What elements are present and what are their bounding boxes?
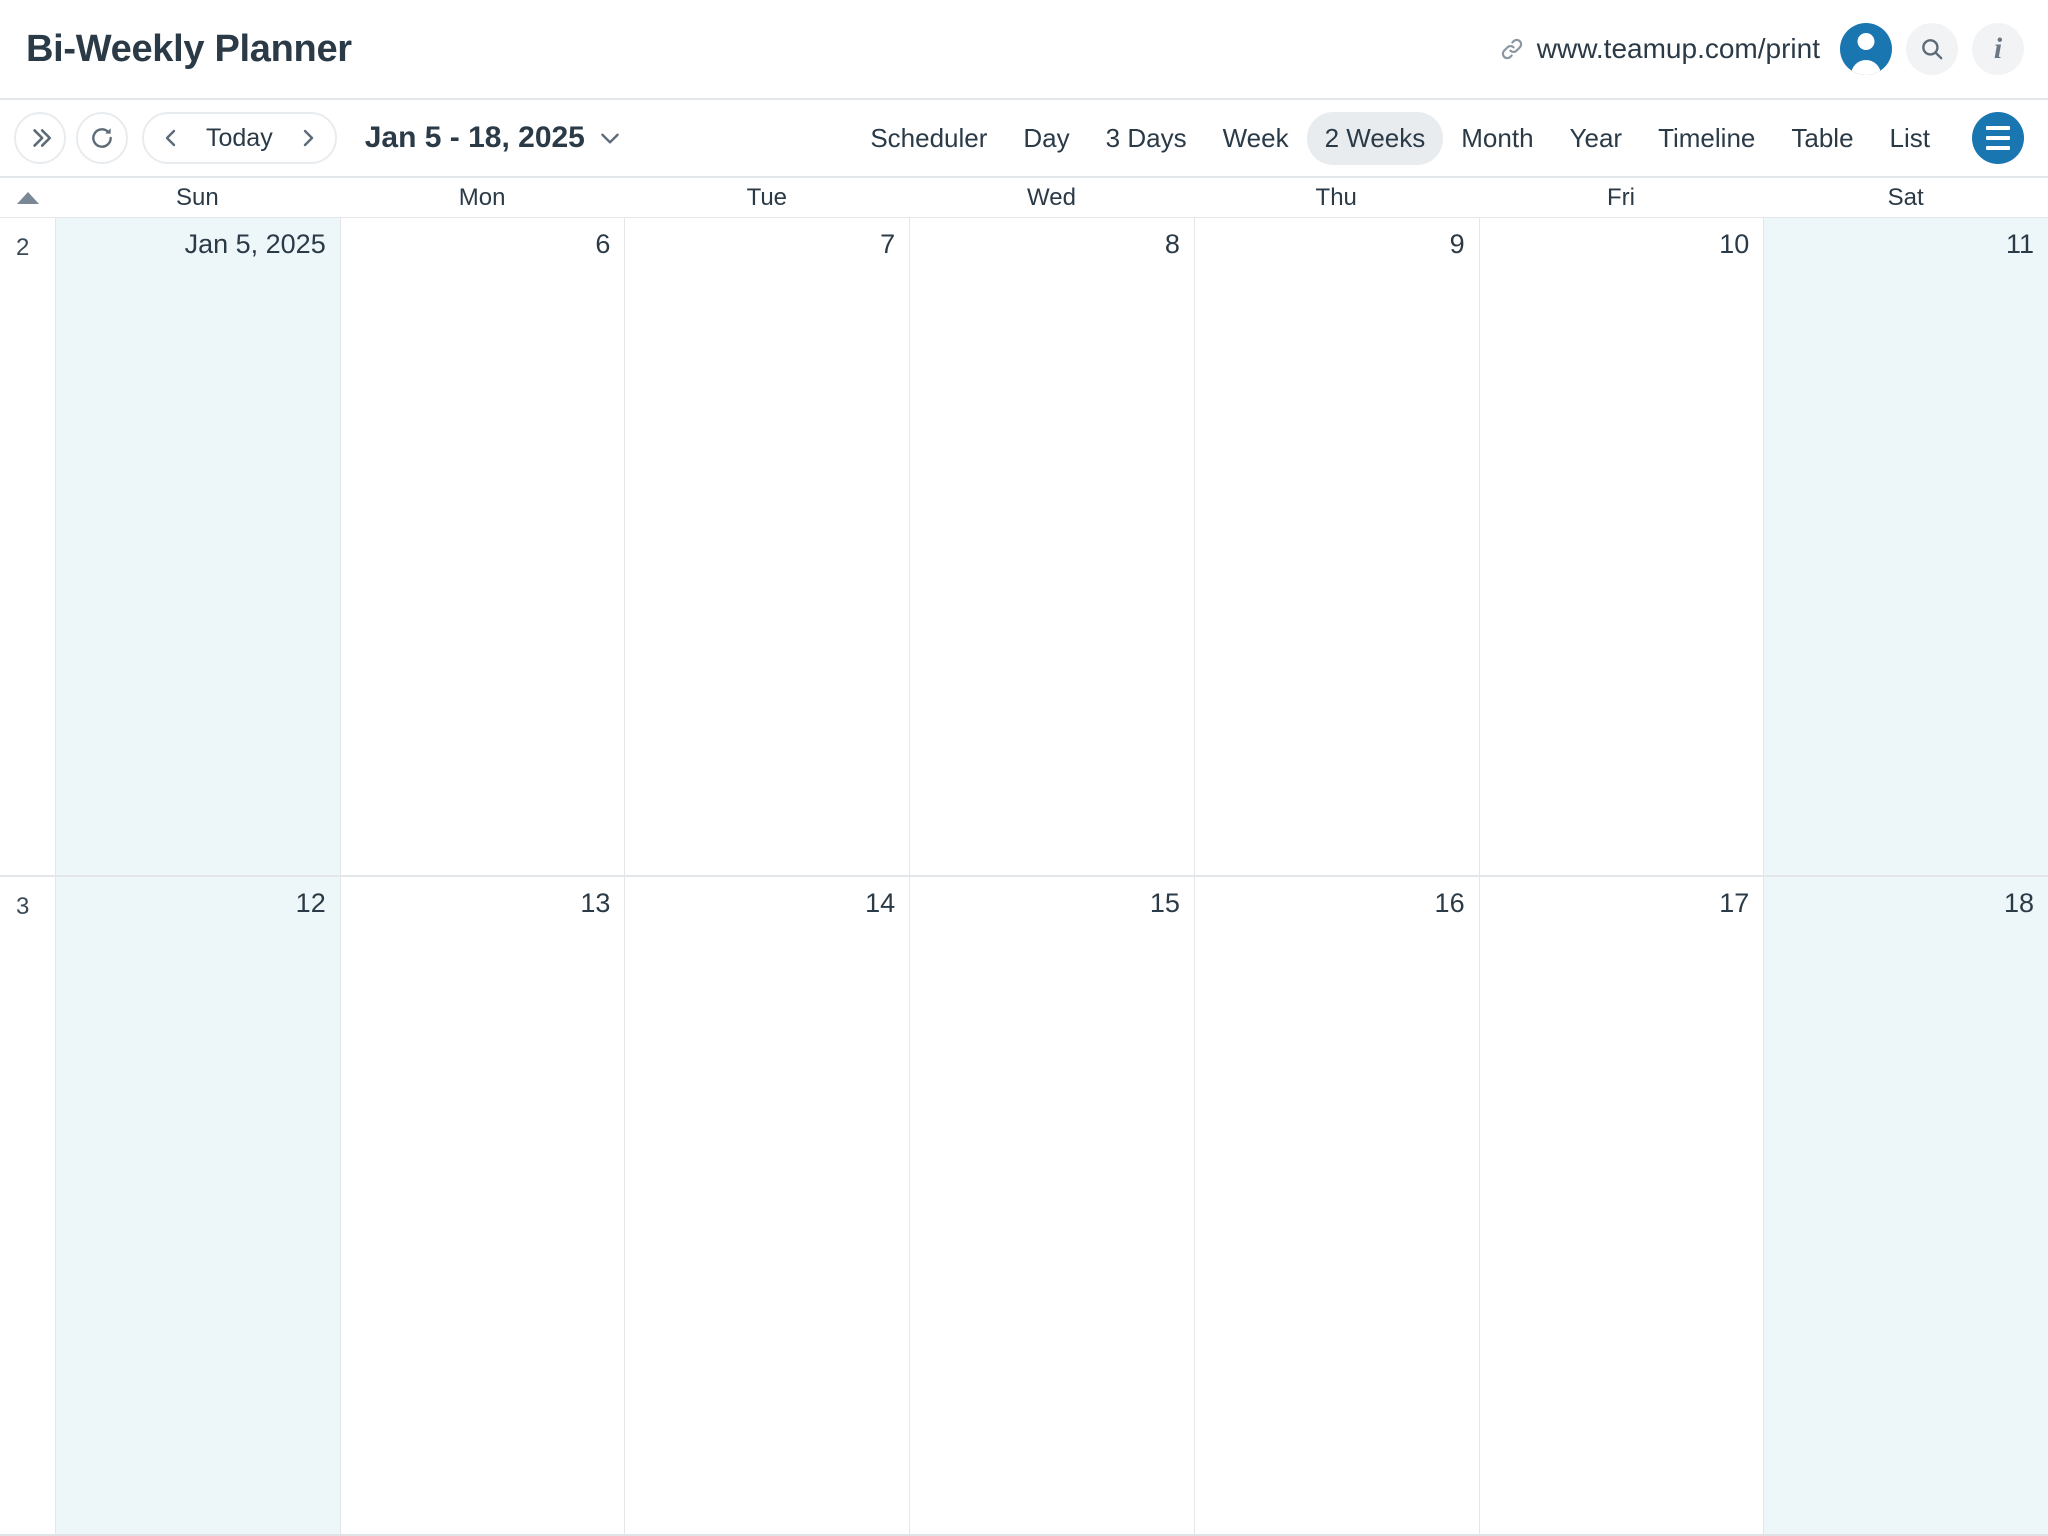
- share-url-text: www.teamup.com/print: [1537, 33, 1820, 65]
- view-tab-3-days[interactable]: 3 Days: [1088, 112, 1205, 165]
- day-cell[interactable]: 15: [909, 877, 1194, 1534]
- calendar-grid: SunMonTueWedThuFriSat 2Jan 5, 2025 6789 10…: [0, 178, 2048, 1536]
- view-mode-tabs: SchedulerDay3 DaysWeek2 WeeksMonthYearTi…: [852, 112, 1948, 165]
- share-url[interactable]: www.teamup.com/print: [1499, 33, 1820, 65]
- day-cell[interactable]: 11: [1763, 218, 2048, 875]
- week-gutter-header: [0, 192, 55, 204]
- day-header-cells: SunMonTueWedThuFriSat: [55, 184, 2048, 212]
- view-tab-list[interactable]: List: [1872, 112, 1948, 165]
- hamburger-menu-icon[interactable]: [1972, 112, 2024, 164]
- chevron-right-icon[interactable]: [285, 115, 331, 161]
- day-cell[interactable]: 16: [1194, 877, 1479, 1534]
- chevron-down-icon: [597, 125, 623, 151]
- day-header-tue: Tue: [624, 184, 909, 212]
- view-tab-scheduler[interactable]: Scheduler: [852, 112, 1005, 165]
- week-row: 312 13 14 15 16 17 18: [0, 877, 2048, 1536]
- today-navigation-group: Today: [142, 112, 337, 164]
- chevron-left-icon[interactable]: [148, 115, 194, 161]
- day-header-sat: Sat: [1763, 184, 2048, 212]
- day-cell[interactable]: 8: [909, 218, 1194, 875]
- link-icon: [1499, 36, 1525, 62]
- view-tab-2-weeks[interactable]: 2 Weeks: [1307, 112, 1444, 165]
- double-chevron-right-icon[interactable]: [14, 112, 66, 164]
- day-number[interactable]: 17: [1480, 889, 1750, 919]
- week-number[interactable]: 3: [0, 877, 55, 1534]
- view-tab-month[interactable]: Month: [1443, 112, 1551, 165]
- day-header-thu: Thu: [1194, 184, 1479, 212]
- day-cell[interactable]: 17: [1479, 877, 1764, 1534]
- day-number[interactable]: 13: [341, 889, 611, 919]
- day-cell[interactable]: Jan 5, 2025: [55, 218, 340, 875]
- day-cell[interactable]: 13: [340, 877, 625, 1534]
- page-title: Bi-Weekly Planner: [26, 28, 352, 71]
- view-tab-day[interactable]: Day: [1005, 112, 1087, 165]
- info-icon[interactable]: i: [1972, 23, 2024, 75]
- view-tab-table[interactable]: Table: [1773, 112, 1871, 165]
- refresh-icon[interactable]: [76, 112, 128, 164]
- header-actions: www.teamup.com/print i: [1499, 23, 2024, 75]
- date-range-label: Jan 5 - 18, 2025: [365, 121, 585, 155]
- user-avatar-icon[interactable]: [1840, 23, 1892, 75]
- calendar-toolbar: Today Jan 5 - 18, 2025 SchedulerDay3 Day…: [0, 100, 2048, 178]
- day-header-mon: Mon: [340, 184, 625, 212]
- week-row: 2Jan 5, 2025 6789 10 11: [0, 218, 2048, 877]
- day-cell[interactable]: 10: [1479, 218, 1764, 875]
- day-header-wed: Wed: [909, 184, 1194, 212]
- day-number[interactable]: 10: [1480, 230, 1750, 260]
- week-rows: 2Jan 5, 2025 6789 10 11 312 13 14 15 16 17 18: [0, 218, 2048, 1536]
- day-number[interactable]: 11: [1764, 230, 2034, 260]
- day-number[interactable]: 16: [1195, 889, 1465, 919]
- day-cell[interactable]: 6: [340, 218, 625, 875]
- avatar-body: [1851, 60, 1881, 75]
- triangle-up-icon[interactable]: [17, 192, 39, 204]
- view-tab-week[interactable]: Week: [1205, 112, 1307, 165]
- week-number[interactable]: 2: [0, 218, 55, 875]
- day-number[interactable]: Jan 5, 2025: [56, 230, 326, 260]
- day-number[interactable]: 12: [56, 889, 326, 919]
- menu-bar-2: [1986, 136, 2010, 140]
- day-header-sun: Sun: [55, 184, 340, 212]
- day-number[interactable]: 7: [625, 230, 895, 260]
- day-number[interactable]: 9: [1195, 230, 1465, 260]
- avatar-head: [1858, 33, 1875, 50]
- day-header-fri: Fri: [1479, 184, 1764, 212]
- today-button[interactable]: Today: [194, 124, 285, 153]
- menu-bar-1: [1986, 126, 2010, 130]
- menu-bar-3: [1986, 146, 2010, 150]
- day-cell[interactable]: 9: [1194, 218, 1479, 875]
- day-number[interactable]: 18: [1764, 889, 2034, 919]
- view-tab-year[interactable]: Year: [1552, 112, 1641, 165]
- day-number[interactable]: 15: [910, 889, 1180, 919]
- day-header-row: SunMonTueWedThuFriSat: [0, 178, 2048, 218]
- day-cell[interactable]: 18: [1763, 877, 2048, 1534]
- day-number[interactable]: 6: [341, 230, 611, 260]
- view-tab-timeline[interactable]: Timeline: [1640, 112, 1773, 165]
- day-cell[interactable]: 12: [55, 877, 340, 1534]
- day-number[interactable]: 8: [910, 230, 1180, 260]
- day-cell[interactable]: 7: [624, 218, 909, 875]
- date-range-picker[interactable]: Jan 5 - 18, 2025: [365, 121, 623, 155]
- day-cell[interactable]: 14: [624, 877, 909, 1534]
- app-header: Bi-Weekly Planner www.teamup.com/print i: [0, 0, 2048, 100]
- day-number[interactable]: 14: [625, 889, 895, 919]
- search-icon[interactable]: [1906, 23, 1958, 75]
